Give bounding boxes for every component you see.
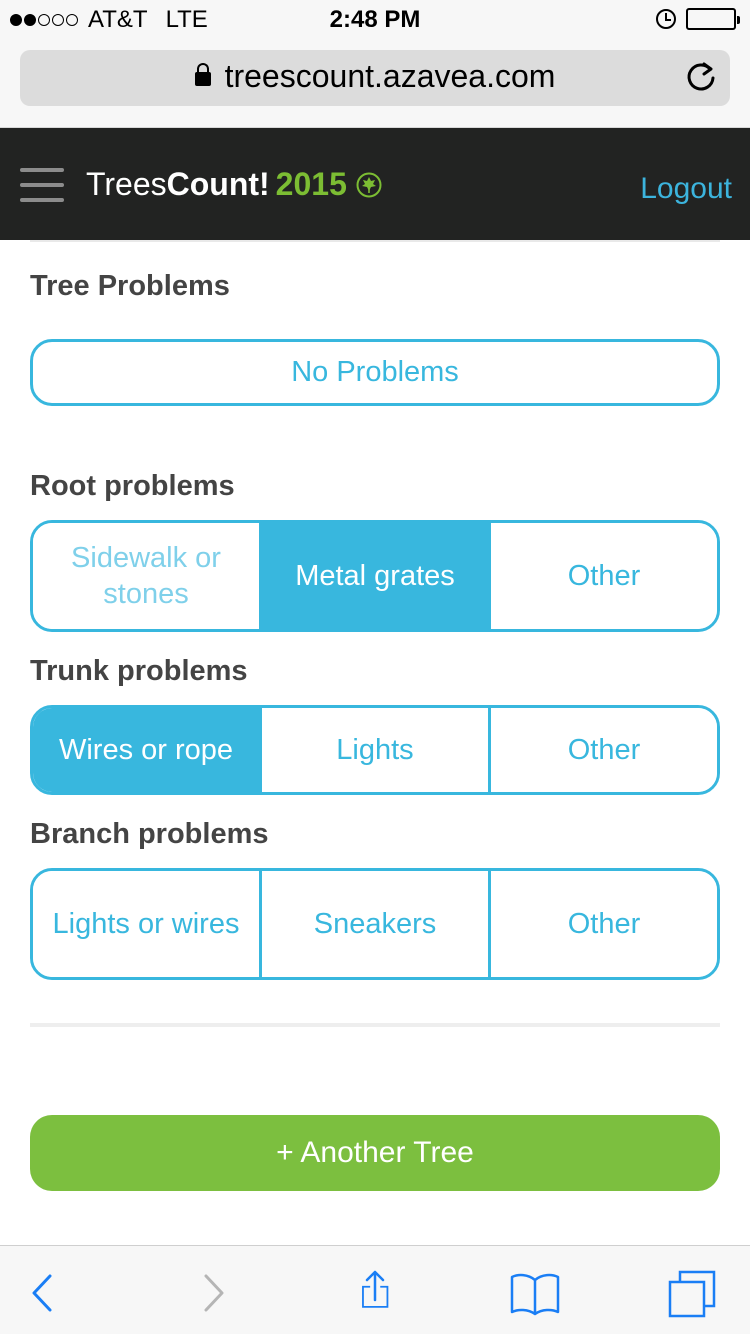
menu-icon[interactable]: [20, 168, 64, 202]
no-problems-button[interactable]: No Problems: [30, 339, 720, 406]
root-option[interactable]: Metal grates: [262, 523, 491, 629]
status-time: 2:48 PM: [329, 6, 421, 33]
leaf-icon: [356, 172, 382, 198]
brand-light: Trees: [86, 166, 167, 202]
trunk-option[interactable]: Wires or rope: [33, 708, 262, 792]
trunk-option[interactable]: Lights: [262, 708, 491, 792]
divider: [30, 1023, 720, 1027]
status-right: [656, 8, 740, 30]
branch-problems-options: Lights or wires Sneakers Other: [30, 868, 720, 980]
trunk-problems-options: Wires or rope Lights Other: [30, 705, 720, 795]
browser-toolbar: [0, 1245, 750, 1334]
brand-year: 2015: [275, 166, 347, 202]
reload-icon[interactable]: [684, 60, 718, 94]
branch-problems-title: Branch problems: [30, 818, 269, 850]
url-display[interactable]: treescount.azavea.com: [20, 58, 730, 95]
url-bar[interactable]: treescount.azavea.com: [20, 50, 730, 106]
forward-icon[interactable]: [186, 1268, 236, 1318]
branch-option[interactable]: Sneakers: [262, 871, 491, 977]
root-option[interactable]: Other: [491, 523, 717, 629]
tree-problems-title: Tree Problems: [30, 270, 230, 302]
logout-link[interactable]: Logout: [640, 172, 732, 206]
lock-icon: [194, 63, 211, 86]
back-icon[interactable]: [20, 1268, 70, 1318]
trunk-option[interactable]: Other: [491, 708, 717, 792]
share-icon[interactable]: [350, 1268, 400, 1318]
branch-option[interactable]: Lights or wires: [33, 871, 262, 977]
browser-chrome: treescount.azavea.com: [0, 40, 750, 128]
bookmarks-icon[interactable]: [510, 1268, 560, 1318]
brand-logo[interactable]: TreesCount! 2015: [86, 166, 347, 203]
divider: [30, 240, 720, 242]
status-bar: AT&T LTE 2:48 PM: [0, 0, 750, 40]
root-problems-options: Sidewalk or stones Metal grates Other: [30, 520, 720, 632]
another-tree-button[interactable]: + Another Tree: [30, 1115, 720, 1191]
alarm-icon: [656, 9, 676, 29]
tabs-icon[interactable]: [668, 1268, 718, 1318]
branch-option[interactable]: Other: [491, 871, 717, 977]
brand-bold: Count!: [166, 166, 270, 202]
app-header: TreesCount! 2015 Logout: [0, 128, 750, 240]
root-option[interactable]: Sidewalk or stones: [33, 523, 262, 629]
url-text: treescount.azavea.com: [224, 58, 556, 94]
trunk-problems-title: Trunk problems: [30, 655, 248, 687]
root-problems-title: Root problems: [30, 470, 235, 502]
battery-icon: [686, 8, 740, 30]
